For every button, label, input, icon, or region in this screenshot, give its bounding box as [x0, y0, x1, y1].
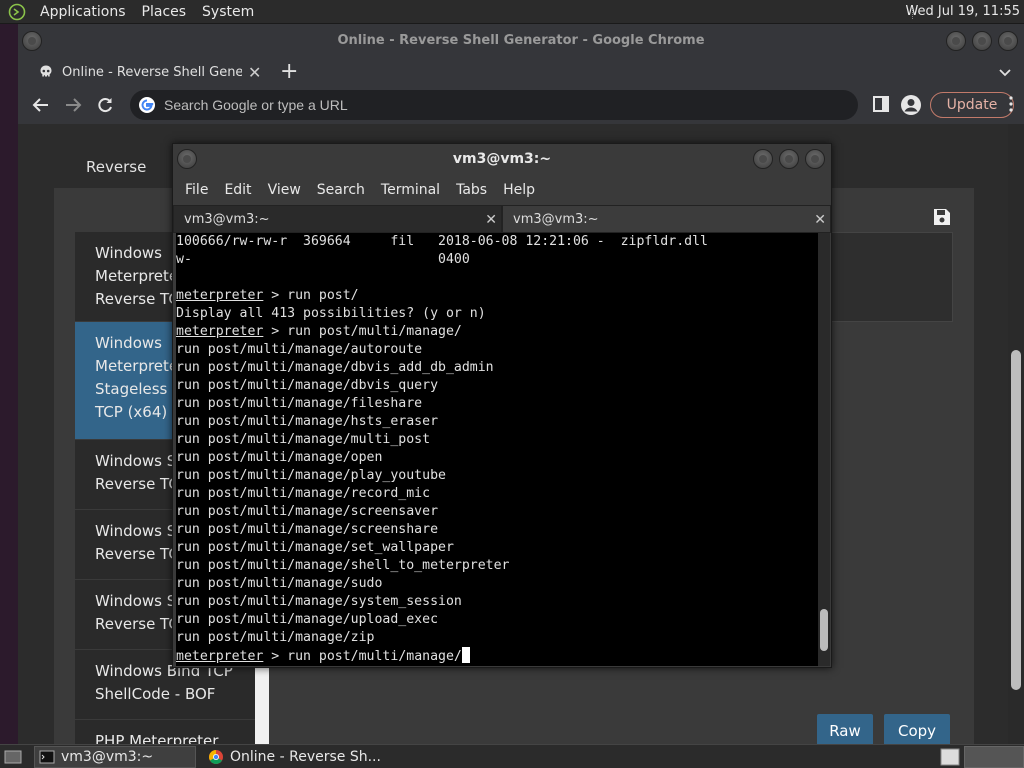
close-window-button[interactable] — [998, 31, 1018, 51]
tab-title: Online - Reverse Shell Genera — [62, 64, 242, 80]
applications-menu[interactable]: Applications — [32, 0, 134, 24]
back-arrow-icon[interactable] — [28, 92, 54, 118]
more-menu-icon[interactable] — [1008, 95, 1014, 117]
chrome-titlebar[interactable]: Online - Reverse Shell Generator - Googl… — [18, 24, 1024, 58]
terminal-tab-active[interactable]: vm3@vm3:~ ✕ — [502, 205, 831, 233]
new-tab-button[interactable]: + — [280, 58, 298, 86]
terminal-line: run post/multi/manage/zip — [176, 630, 375, 645]
terminal-line: meterpreter > run post/multi/manage/ — [176, 647, 818, 666]
taskbar-item-label: vm3@vm3:~ — [61, 749, 154, 765]
terminal-icon — [39, 750, 55, 764]
skull-favicon-icon — [40, 65, 52, 77]
terminal-line: w- 0400 — [176, 252, 470, 267]
tab-close-icon[interactable]: ✕ — [814, 206, 826, 234]
menu-help[interactable]: Help — [495, 182, 543, 198]
terminal-tabs: vm3@vm3:~ ✕ vm3@vm3:~ ✕ — [173, 205, 831, 233]
terminal-line: run post/multi/manage/upload_exec — [176, 612, 439, 627]
tab-close-icon[interactable]: ✕ — [485, 206, 497, 234]
side-panel-icon[interactable] — [871, 94, 893, 116]
terminal-scrollbar-thumb[interactable] — [820, 609, 828, 651]
menu-view[interactable]: View — [260, 182, 309, 198]
window-menu-button[interactable] — [22, 31, 42, 51]
minimize-button[interactable] — [946, 31, 966, 51]
address-input[interactable] — [164, 97, 844, 113]
terminal-output[interactable]: 100666/rw-rw-r 369664 fil 2018-06-08 12:… — [176, 233, 818, 666]
terminal-window: vm3@vm3:~ File Edit View Search Terminal… — [172, 143, 832, 668]
terminal-line: run post/multi/manage/fileshare — [176, 396, 423, 411]
terminal-line: run post/multi/manage/set_wallpaper — [176, 540, 454, 555]
terminal-line: Display all 413 possibilities? (y or n) — [176, 306, 486, 321]
taskbar-item-terminal[interactable]: vm3@vm3:~ — [34, 746, 196, 768]
page-scrollbar-thumb[interactable] — [1011, 350, 1021, 690]
terminal-maximize-button[interactable] — [779, 149, 799, 169]
terminal-tab[interactable]: vm3@vm3:~ ✕ — [173, 205, 502, 233]
save-icon[interactable] — [933, 208, 951, 226]
taskbar: vm3@vm3:~ Online - Reverse Sh... — [0, 744, 1024, 768]
taskbar-item-label: Online - Reverse Sh... — [230, 749, 381, 765]
terminal-titlebar[interactable]: vm3@vm3:~ — [173, 144, 831, 174]
terminal-line: run post/multi/manage/autoroute — [176, 342, 423, 357]
reverse-section-label[interactable]: Reverse — [86, 158, 146, 176]
show-desktop-icon[interactable] — [2, 746, 24, 768]
top-panel: Applications Places System Wed Jul 19, 1… — [0, 0, 1024, 24]
terminal-tab-label: vm3@vm3:~ — [513, 212, 599, 227]
clock[interactable]: Wed Jul 19, 11:55 — [905, 0, 1020, 24]
menu-terminal[interactable]: Terminal — [373, 182, 448, 198]
places-menu[interactable]: Places — [134, 0, 195, 24]
terminal-cursor — [461, 647, 470, 663]
terminal-line: run post/multi/manage/multi_post — [176, 432, 431, 447]
workspace-switcher[interactable] — [936, 746, 960, 768]
terminal-window-menu-button[interactable] — [177, 149, 197, 169]
workspace-2[interactable] — [964, 746, 1024, 768]
terminal-line: meterpreter > run post/multi/manage/ — [176, 324, 462, 339]
terminal-menubar: File Edit View Search Terminal Tabs Help — [173, 174, 831, 205]
google-icon — [139, 97, 155, 113]
terminal-line: 100666/rw-rw-r 369664 fil 2018-06-08 12:… — [176, 234, 708, 249]
menu-edit[interactable]: Edit — [216, 182, 259, 198]
tab-strip: Online - Reverse Shell Genera ✕ + — [18, 58, 1024, 86]
address-bar[interactable] — [130, 90, 858, 120]
menu-file[interactable]: File — [177, 182, 216, 198]
browser-toolbar: Update — [18, 86, 1024, 124]
terminal-line: run post/multi/manage/screenshare — [176, 522, 439, 537]
browser-tab[interactable]: Online - Reverse Shell Genera ✕ — [32, 58, 264, 86]
forward-arrow-icon[interactable] — [60, 92, 86, 118]
raw-button[interactable]: Raw — [817, 714, 873, 748]
profile-avatar-icon[interactable] — [900, 94, 922, 116]
terminal-line: run post/multi/manage/play_youtube — [176, 468, 446, 483]
desktop-background — [0, 24, 18, 744]
terminal-line: run post/multi/manage/sudo — [176, 576, 383, 591]
terminal-line: run post/multi/manage/record_mic — [176, 486, 431, 501]
terminal-line: run post/multi/manage/dbvis_query — [176, 378, 439, 393]
chrome-icon — [209, 750, 223, 764]
system-menu[interactable]: System — [194, 0, 262, 24]
chrome-window-title: Online - Reverse Shell Generator - Googl… — [337, 33, 705, 48]
terminal-tab-label: vm3@vm3:~ — [184, 212, 270, 227]
terminal-text: 100666/rw-rw-r 369664 fil 2018-06-08 12:… — [176, 233, 818, 666]
terminal-window-title: vm3@vm3:~ — [452, 151, 552, 167]
terminal-line: run post/multi/manage/shell_to_meterpret… — [176, 558, 510, 573]
terminal-line: meterpreter > run post/ — [176, 288, 359, 303]
tab-close-icon[interactable]: ✕ — [248, 63, 261, 82]
terminal-line: run post/multi/manage/screensaver — [176, 504, 439, 519]
terminal-line: run post/multi/manage/dbvis_add_db_admin — [176, 360, 494, 375]
system-logo-icon[interactable] — [6, 1, 28, 23]
terminal-minimize-button[interactable] — [753, 149, 773, 169]
update-button[interactable]: Update — [930, 92, 1014, 118]
terminal-line: run post/multi/manage/system_session — [176, 594, 462, 609]
reload-icon[interactable] — [92, 92, 118, 118]
menu-search[interactable]: Search — [309, 182, 373, 198]
menu-tabs[interactable]: Tabs — [448, 182, 495, 198]
copy-button[interactable]: Copy — [884, 714, 950, 748]
page-scrollbar[interactable] — [1008, 124, 1024, 744]
maximize-button[interactable] — [972, 31, 992, 51]
taskbar-item-chrome[interactable]: Online - Reverse Sh... — [204, 746, 404, 768]
terminal-close-button[interactable] — [805, 149, 825, 169]
terminal-scrollbar[interactable] — [818, 233, 830, 666]
terminal-line: run post/multi/manage/open — [176, 450, 383, 465]
terminal-line: run post/multi/manage/hsts_eraser — [176, 414, 439, 429]
tab-search-chevron-icon[interactable] — [998, 58, 1012, 86]
